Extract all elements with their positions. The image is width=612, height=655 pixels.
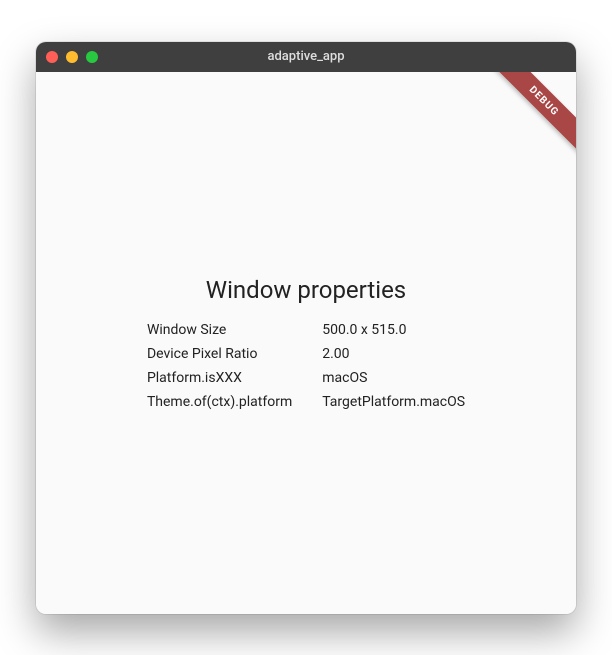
property-label: Theme.of(ctx).platform — [147, 394, 292, 410]
property-label: Window Size — [147, 322, 292, 338]
traffic-lights — [46, 51, 98, 63]
titlebar: adaptive_app — [36, 42, 576, 72]
property-label: Device Pixel Ratio — [147, 346, 292, 362]
property-value: 500.0 x 515.0 — [322, 322, 465, 338]
debug-banner-label: DEBUG — [487, 72, 576, 158]
property-value: 2.00 — [322, 346, 465, 362]
properties-panel: Window properties Window Size 500.0 x 51… — [147, 276, 465, 410]
maximize-icon[interactable] — [86, 51, 98, 63]
app-window: adaptive_app DEBUG Window properties Win… — [36, 42, 576, 614]
properties-grid: Window Size 500.0 x 515.0 Device Pixel R… — [147, 322, 465, 410]
debug-banner: DEBUG — [486, 72, 576, 162]
window-content: DEBUG Window properties Window Size 500.… — [36, 72, 576, 614]
minimize-icon[interactable] — [66, 51, 78, 63]
property-value: TargetPlatform.macOS — [322, 394, 465, 410]
property-label: Platform.isXXX — [147, 370, 292, 386]
property-value: macOS — [322, 370, 465, 386]
close-icon[interactable] — [46, 51, 58, 63]
page-title: Window properties — [147, 276, 465, 304]
window-title: adaptive_app — [36, 49, 576, 64]
